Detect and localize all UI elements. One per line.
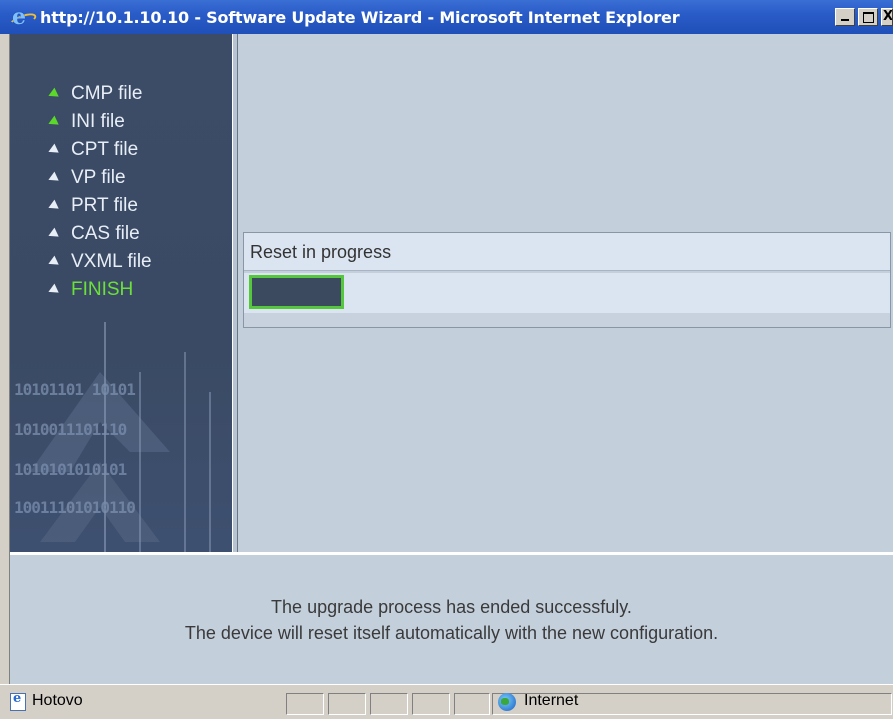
step-cas-file: CAS file <box>46 220 152 248</box>
status-pane <box>286 693 324 715</box>
status-bar: Hotovo Internet <box>0 684 893 719</box>
arrow-icon <box>46 115 59 129</box>
decorative-binary: 10101101 10101 <box>14 380 136 399</box>
step-finish: FINISH <box>46 276 152 304</box>
arrow-icon <box>46 199 59 213</box>
step-label: VXML file <box>71 251 152 272</box>
step-label: FINISH <box>71 279 134 300</box>
main-content-frame: Reset in progress <box>238 34 893 552</box>
window-title: http://10.1.10.10 - Software Update Wiza… <box>40 7 680 27</box>
arrow-icon <box>46 143 59 157</box>
progress-bar-fill <box>249 275 344 309</box>
step-cpt-file: CPT file <box>46 136 152 164</box>
steps-list: CMP file INI file CPT file VP file PRT f… <box>46 80 152 304</box>
minimize-button[interactable] <box>835 8 855 26</box>
close-button[interactable]: X <box>881 8 893 26</box>
arrow-icon <box>46 227 59 241</box>
step-cmp-file: CMP file <box>46 80 152 108</box>
wizard-steps-sidebar: CMP file INI file CPT file VP file PRT f… <box>10 34 232 552</box>
status-text: Reset in progress <box>244 233 890 271</box>
step-label: VP file <box>71 167 126 188</box>
arrow-icon <box>46 283 59 297</box>
decorative-binary: 1010101010101 <box>14 460 127 479</box>
arrow-icon <box>46 171 59 185</box>
globe-icon <box>498 693 516 711</box>
decorative-binary: 10011101010110 <box>14 498 136 517</box>
panel-footer <box>244 313 890 327</box>
step-label: PRT file <box>71 195 138 216</box>
progress-bar <box>244 273 890 313</box>
message-frame: The upgrade process has ended successful… <box>10 552 893 684</box>
step-vxml-file: VXML file <box>46 248 152 276</box>
status-pane <box>454 693 490 715</box>
step-label: CPT file <box>71 139 139 160</box>
status-pane <box>412 693 450 715</box>
title-bar: e http://10.1.10.10 - Software Update Wi… <box>0 0 893 34</box>
arrow-icon <box>46 87 59 101</box>
step-vp-file: VP file <box>46 164 152 192</box>
arrow-icon <box>46 255 59 269</box>
security-zone-label: Internet <box>524 692 579 709</box>
status-pane <box>370 693 408 715</box>
step-label: INI file <box>71 111 125 132</box>
success-message: The upgrade process has ended successful… <box>271 597 632 617</box>
step-prt-file: PRT file <box>46 192 152 220</box>
window-controls: X <box>835 8 893 26</box>
decorative-binary: 1010011101110 <box>14 420 127 439</box>
step-ini-file: INI file <box>46 108 152 136</box>
progress-panel: Reset in progress <box>243 232 891 328</box>
reset-notice: The device will reset itself automatical… <box>184 623 719 643</box>
window-left-border <box>0 34 10 684</box>
internet-explorer-icon[interactable]: e <box>7 4 39 31</box>
step-label: CAS file <box>71 223 140 244</box>
page-icon <box>10 691 26 711</box>
status-pane <box>328 693 366 715</box>
step-label: CMP file <box>71 83 143 104</box>
maximize-button[interactable] <box>858 8 878 26</box>
decorative-logo-art: 10101101 10101 1010011101110 10101010101… <box>10 312 232 552</box>
status-text: Hotovo <box>32 692 83 709</box>
